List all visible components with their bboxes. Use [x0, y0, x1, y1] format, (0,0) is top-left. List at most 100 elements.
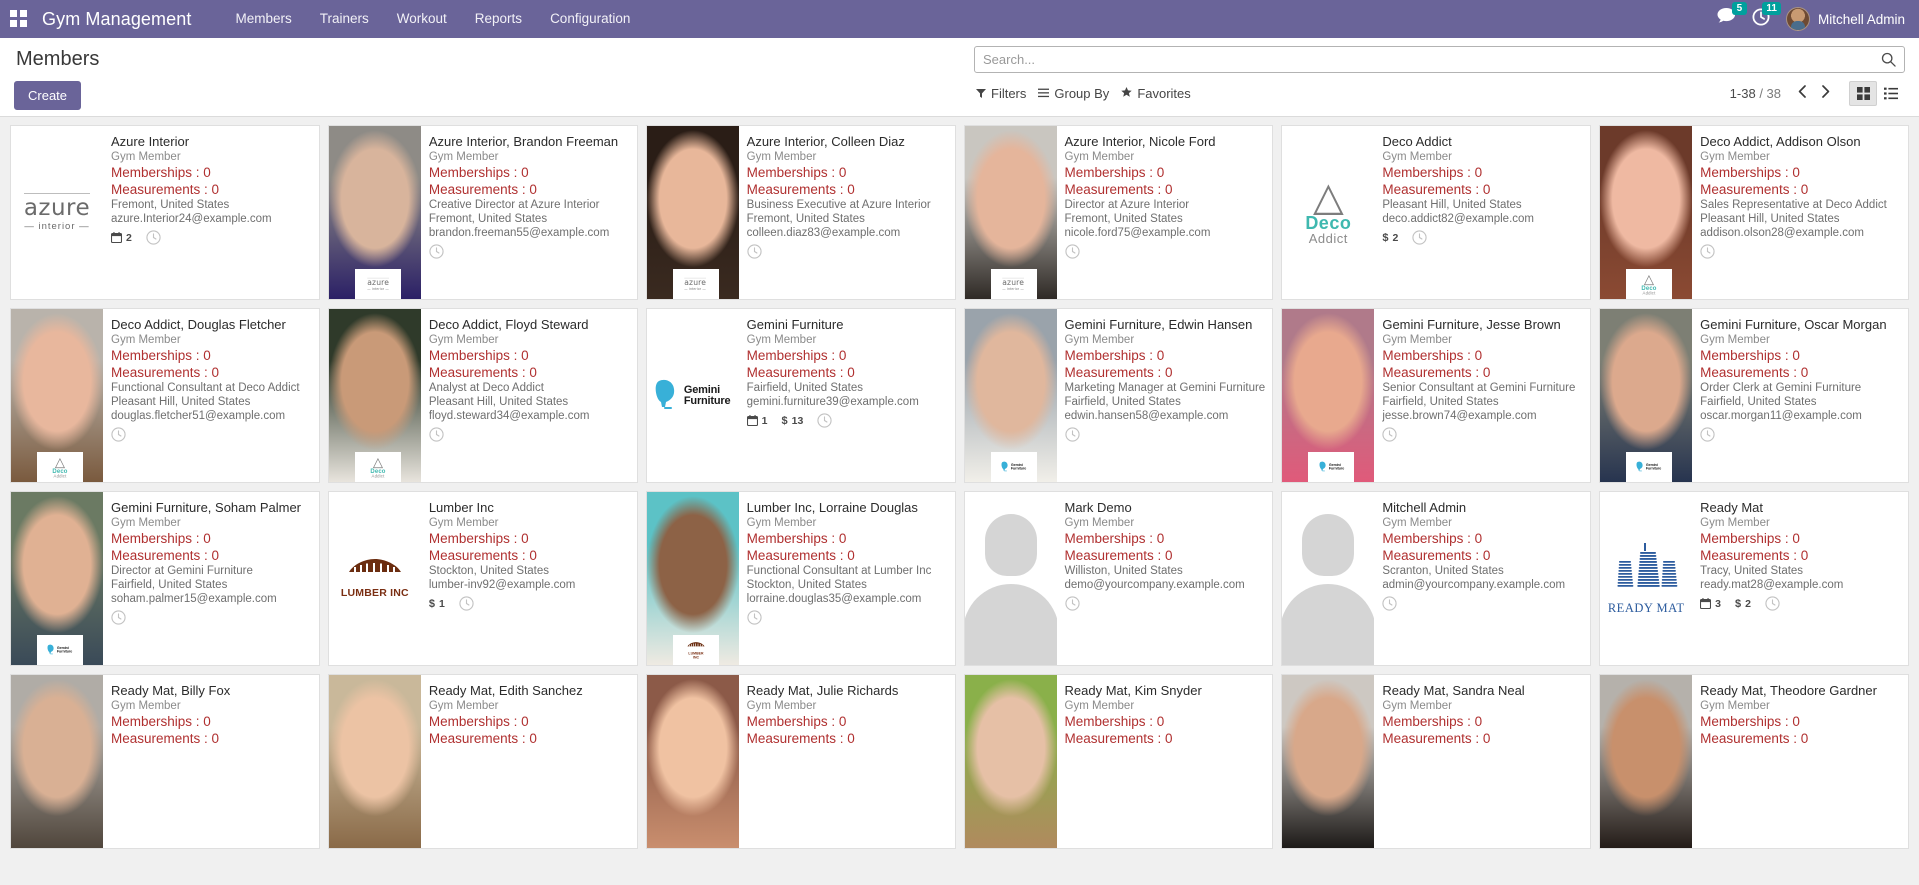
member-badge[interactable]: 3: [1700, 598, 1721, 610]
member-card[interactable]: azureinterior Azure Interior, Brandon Fre…: [327, 125, 638, 300]
member-email[interactable]: colleen.diaz83@example.com: [747, 226, 949, 240]
menu-item-configuration[interactable]: Configuration: [536, 0, 644, 38]
activity-clock-icon[interactable]: [429, 244, 444, 259]
member-email[interactable]: brandon.freeman55@example.com: [429, 226, 631, 240]
member-location: Fremont, United States: [428, 213, 548, 225]
member-card[interactable]: Gemini Furniture Gemini Furniture, Soham P…: [10, 491, 320, 666]
activity-clock-icon[interactable]: [817, 413, 832, 428]
member-card[interactable]: Mark Demo Gym Member Memberships : 0 Measur…: [963, 491, 1274, 666]
member-email[interactable]: deco.addict82@example.com: [1382, 212, 1584, 226]
member-card[interactable]: △ Deco Addict Deco Addict, Addison Olson Gym…: [1599, 125, 1909, 300]
member-card[interactable]: Ready Mat, Theodore Gardner Gym Member Mem…: [1599, 674, 1909, 849]
pager-range-label[interactable]: 1-38 / 38: [1730, 86, 1781, 101]
member-email[interactable]: oscar.morgan11@example.com: [1700, 409, 1902, 423]
menu-item-workout[interactable]: Workout: [383, 0, 461, 38]
activity-clock-icon[interactable]: [111, 427, 126, 442]
activity-clock-icon[interactable]: [1064, 427, 1080, 442]
member-name: Ready Mat, Theodore Gardner: [1700, 683, 1877, 698]
activity-clock-icon[interactable]: [1064, 596, 1080, 611]
member-badge[interactable]: $13: [782, 415, 804, 427]
activity-clock-icon[interactable]: [1700, 244, 1715, 259]
member-card[interactable]: LUMBER INC Lumber Inc, Lorraine Douglas Gy…: [645, 491, 956, 666]
filters-button[interactable]: Filters: [974, 83, 1034, 104]
member-card[interactable]: Ready Mat, Kim Snyder Gym Member Membershi…: [963, 674, 1274, 849]
member-email[interactable]: lumber-inv92@example.com: [429, 578, 631, 592]
member-card-body: Lumber Inc Gym Member Memberships : 0 Measu…: [421, 492, 637, 665]
member-card[interactable]: Gemini Furniture Gemini Furniture, Oscar M…: [1599, 308, 1909, 483]
groupby-button[interactable]: Group By: [1036, 83, 1117, 104]
search-input[interactable]: [983, 48, 1881, 71]
member-card[interactable]: azureinterior Azure Interior, Colleen Dia…: [645, 125, 956, 300]
member-badge[interactable]: $2: [1735, 598, 1751, 610]
member-photo: [1600, 675, 1693, 848]
member-badge[interactable]: 2: [111, 232, 132, 244]
menu-item-members[interactable]: Members: [221, 0, 305, 38]
member-card[interactable]: Ready Mat, Billy Fox Gym Member Membership…: [10, 674, 320, 849]
activity-clock-icon[interactable]: [1412, 230, 1427, 245]
activity-clock-icon[interactable]: [1064, 244, 1080, 259]
member-card[interactable]: azureinterior Azure Interior, Nicole Ford…: [963, 125, 1274, 300]
member-card-footer: 3 $2: [1700, 596, 1902, 611]
pager-previous-button[interactable]: [1791, 84, 1813, 104]
member-card[interactable]: Ready Mat, Edith Sanchez Gym Member Member…: [327, 674, 638, 849]
activity-clock-icon[interactable]: [429, 427, 444, 442]
activity-clock-icon[interactable]: [1382, 427, 1397, 442]
top-navbar: Gym Management Members Trainers Workout …: [0, 0, 1919, 38]
member-email[interactable]: lorraine.douglas35@example.com: [747, 592, 949, 606]
activity-clock-icon[interactable]: [1382, 596, 1397, 611]
activity-clock-icon[interactable]: [1765, 596, 1780, 611]
member-email[interactable]: floyd.steward34@example.com: [429, 409, 631, 423]
badge-value: 2: [1392, 231, 1399, 244]
member-email[interactable]: jesse.brown74@example.com: [1382, 409, 1584, 423]
member-email[interactable]: addison.olson28@example.com: [1700, 226, 1902, 240]
activity-clock-icon[interactable]: [146, 230, 161, 245]
member-badge[interactable]: $1: [429, 598, 445, 610]
member-card[interactable]: Gemini Furniture Gemini Furniture, Jesse B…: [1281, 308, 1592, 483]
member-email[interactable]: soham.palmer15@example.com: [111, 592, 313, 606]
activity-clock-icon[interactable]: [459, 596, 474, 611]
user-menu[interactable]: Mitchell Admin: [1785, 7, 1905, 31]
member-card[interactable]: LUMBER INC Lumber Inc Gym Member Membership…: [327, 491, 638, 666]
activity-clock-icon[interactable]: [111, 610, 126, 625]
create-button[interactable]: Create: [14, 81, 82, 110]
member-card-body: Deco Addict, Douglas Fletcher Gym Member M…: [103, 309, 319, 482]
activity-clock-icon[interactable]: [747, 244, 762, 259]
activities-button[interactable]: 11: [1752, 1, 1781, 31]
search-bar[interactable]: [974, 46, 1905, 73]
messages-button[interactable]: 5: [1717, 2, 1747, 30]
activity-clock-icon[interactable]: [1700, 427, 1715, 442]
member-email[interactable]: edwin.hansen58@example.com: [1065, 409, 1267, 423]
member-job-title: Functional Consultant at Deco Addict: [111, 382, 300, 394]
app-brand-title[interactable]: Gym Management: [42, 9, 191, 30]
member-badge[interactable]: $2: [1382, 232, 1398, 244]
member-badge[interactable]: 1: [746, 415, 768, 427]
member-card[interactable]: Mitchell Admin Gym Member Memberships : 0 M…: [1281, 491, 1592, 666]
member-email[interactable]: admin@yourcompany.example.com: [1382, 578, 1584, 592]
member-email[interactable]: demo@yourcompany.example.com: [1065, 578, 1267, 592]
apps-grid-icon[interactable]: [10, 10, 28, 28]
menu-item-reports[interactable]: Reports: [461, 0, 536, 38]
kanban-view-button[interactable]: [1849, 81, 1877, 106]
menu-item-trainers[interactable]: Trainers: [306, 0, 383, 38]
member-card-footer: [429, 244, 631, 259]
member-card[interactable]: Gemini Furniture Gemini Furniture, Edwin H…: [963, 308, 1274, 483]
member-email[interactable]: azure.Interior24@example.com: [111, 212, 313, 226]
pager-next-button[interactable]: [1815, 84, 1837, 104]
member-email[interactable]: douglas.fletcher51@example.com: [111, 409, 313, 423]
favorites-button[interactable]: Favorites: [1119, 83, 1198, 104]
list-view-button[interactable]: [1877, 81, 1905, 106]
member-email[interactable]: ready.mat28@example.com: [1700, 578, 1902, 592]
search-icon[interactable]: [1881, 52, 1896, 67]
member-card[interactable]: azureinterior Azure Interior Gym Member Mem…: [10, 125, 320, 300]
memberships-count: Memberships : 0: [1700, 348, 1800, 363]
member-card[interactable]: △ Deco Addict Deco Addict Gym Member Membersh…: [1281, 125, 1592, 300]
member-card[interactable]: READY MAT Ready Mat Gym Member Memberships …: [1599, 491, 1909, 666]
member-card[interactable]: △ Deco Addict Deco Addict, Douglas Fletcher…: [10, 308, 320, 483]
member-card[interactable]: Ready Mat, Julie Richards Gym Member Membe…: [645, 674, 956, 849]
member-card[interactable]: Ready Mat, Sandra Neal Gym Member Membersh…: [1281, 674, 1592, 849]
member-email[interactable]: nicole.ford75@example.com: [1065, 226, 1267, 240]
activity-clock-icon[interactable]: [747, 610, 762, 625]
member-card[interactable]: Gemini Furniture Gemini Furniture Gym Membe…: [645, 308, 956, 483]
member-card[interactable]: △ Deco Addict Deco Addict, Floyd Steward Gym…: [327, 308, 638, 483]
member-email[interactable]: gemini.furniture39@example.com: [747, 395, 949, 409]
